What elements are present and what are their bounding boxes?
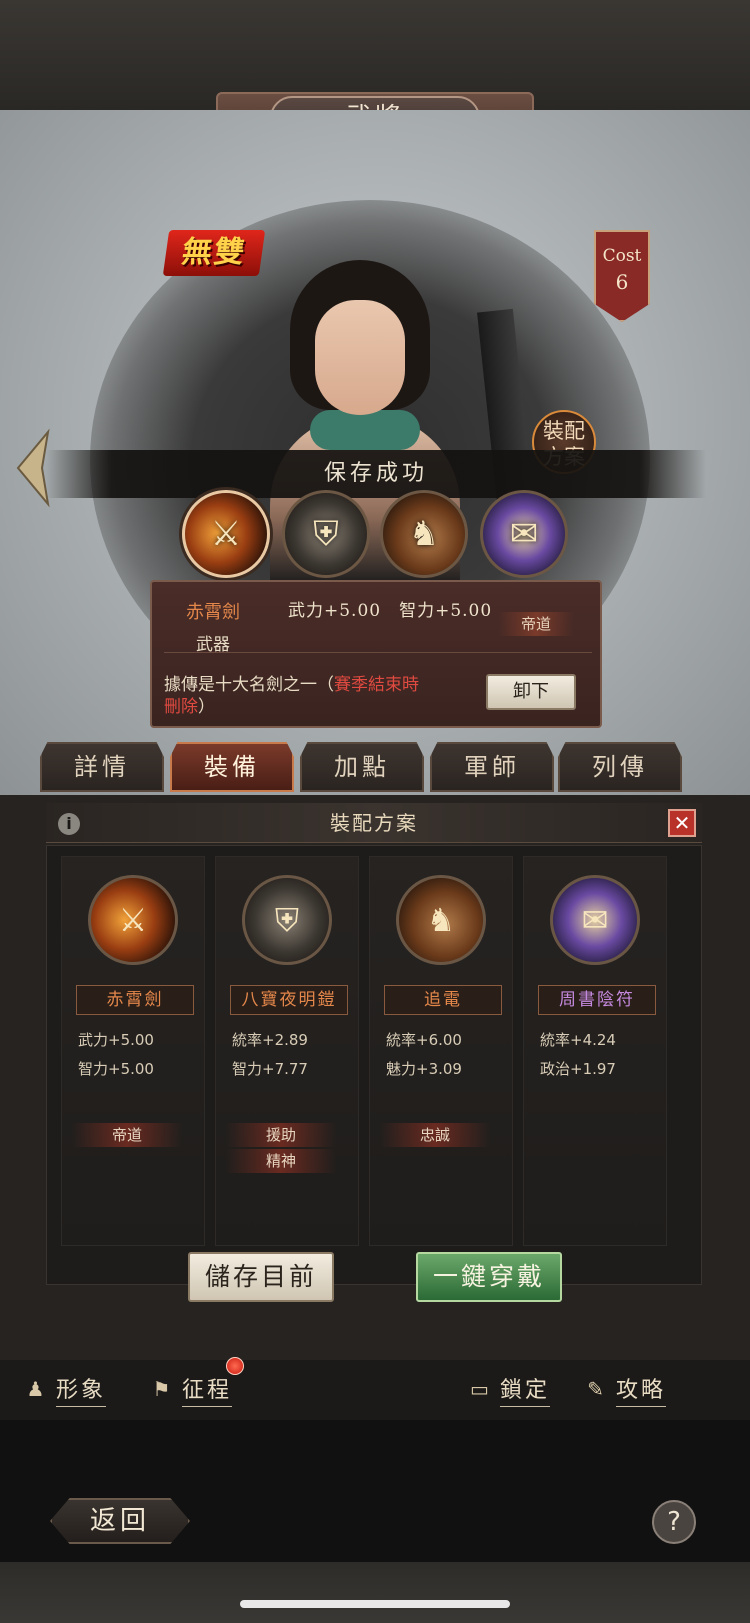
- scroll-guide-icon: ✎: [587, 1377, 607, 1401]
- desc-warning: 賽季結束時: [334, 675, 419, 695]
- tooltip-stats: 武力+5.00 智力+5.00: [288, 601, 493, 621]
- loadout-skill-tag: 援助: [226, 1123, 336, 1147]
- help-icon[interactable]: ?: [652, 1500, 696, 1544]
- loadout-stat: 智力+7.77: [232, 1060, 308, 1078]
- guide-label: 攻略: [616, 1372, 667, 1407]
- loadout-skill-tag: 忠誠: [380, 1123, 490, 1147]
- loadout-stat: 統率+2.89: [232, 1031, 308, 1049]
- home-indicator[interactable]: [240, 1600, 510, 1608]
- sword-icon: ⚔: [210, 514, 242, 554]
- unequip-button[interactable]: 卸下: [486, 674, 576, 710]
- desc-warning-2: 刪除: [164, 697, 198, 717]
- tooltip-description: 據傳是十大名劍之一（賽季結束時刪除）: [164, 674, 484, 718]
- equipment-slots: ⚔ ⛨ ♞ ✉: [0, 490, 750, 585]
- tab-biography[interactable]: 列傳: [558, 742, 682, 792]
- loadout-panel-title: 裝配方案: [46, 803, 702, 843]
- campaign-button[interactable]: ⚑ 征程: [150, 1370, 233, 1408]
- loadout-stat: 武力+5.00: [78, 1031, 154, 1049]
- horse-icon: ♞: [408, 514, 440, 554]
- loadout-skill-tag: 精神: [226, 1149, 336, 1173]
- tab-bar: 詳情 裝備 加點 軍師 列傳: [40, 742, 720, 792]
- loadout-panel: 裝配方案 i ✕ ⚔ 赤霄劍 武力+5.00 智力+5.00 帝道 ⛨ 八寶夜明…: [0, 795, 750, 1360]
- tab-details[interactable]: 詳情: [40, 742, 164, 792]
- scroll-slot[interactable]: ✉: [480, 490, 568, 578]
- loadout-columns: ⚔ 赤霄劍 武力+5.00 智力+5.00 帝道 ⛨ 八寶夜明鎧 統率+2.89…: [46, 845, 702, 1285]
- cost-badge: Cost 6: [594, 230, 650, 322]
- tooltip-divider: [164, 652, 592, 653]
- horse-icon[interactable]: ♞: [396, 875, 486, 965]
- loadout-column-weapon: ⚔ 赤霄劍 武力+5.00 智力+5.00 帝道: [61, 856, 205, 1246]
- loadout-item-name: 八寶夜明鎧: [230, 985, 348, 1015]
- loadout-item-name: 周書陰符: [538, 985, 656, 1015]
- campaign-label: 征程: [182, 1372, 233, 1407]
- info-icon[interactable]: i: [58, 813, 80, 835]
- musou-badge: 無雙: [162, 230, 266, 276]
- notification-dot: [226, 1357, 244, 1375]
- lock-label: 鎖定: [500, 1372, 551, 1407]
- flag-icon: ⚑: [152, 1377, 174, 1401]
- guide-button[interactable]: ✎ 攻略: [584, 1370, 667, 1408]
- armor-icon: ⛨: [313, 514, 339, 554]
- loadout-stat: 政治+1.97: [540, 1060, 616, 1078]
- lock-icon: ▭: [470, 1377, 492, 1401]
- loadout-skill-tag: 帝道: [72, 1123, 182, 1147]
- desc-suffix: ）: [198, 697, 215, 717]
- loadout-column-horse: ♞ 追電 統率+6.00 魅力+3.09 忠誠: [369, 856, 513, 1246]
- save-current-button[interactable]: 儲存目前: [188, 1252, 334, 1302]
- horse-slot[interactable]: ♞: [380, 490, 468, 578]
- loadout-stat: 統率+4.24: [540, 1031, 616, 1049]
- loadout-stat: 統率+6.00: [386, 1031, 462, 1049]
- appearance-button[interactable]: ♟ 形象: [24, 1370, 107, 1408]
- sword-icon[interactable]: ⚔: [88, 875, 178, 965]
- tab-points[interactable]: 加點: [300, 742, 424, 792]
- back-button[interactable]: 返回: [50, 1498, 190, 1544]
- close-icon[interactable]: ✕: [668, 809, 696, 837]
- loadout-stat: 魅力+3.09: [386, 1060, 462, 1078]
- sword-slot[interactable]: ⚔: [182, 490, 270, 578]
- loadout-column-treasure: ✉ 周書陰符 統率+4.24 政治+1.97: [523, 856, 667, 1246]
- loadout-item-name: 赤霄劍: [76, 985, 194, 1015]
- hero-face: [315, 300, 405, 415]
- loadout-column-armor: ⛨ 八寶夜明鎧 統率+2.89 智力+7.77 援助 精神: [215, 856, 359, 1246]
- tab-equipment[interactable]: 裝備: [170, 742, 294, 792]
- desc-prefix: 據傳是十大名劍之一（: [164, 675, 334, 695]
- loadout-stat: 智力+5.00: [78, 1060, 154, 1078]
- scroll-icon[interactable]: ✉: [550, 875, 640, 965]
- appearance-label: 形象: [56, 1372, 107, 1407]
- person-icon: ♟: [26, 1377, 48, 1401]
- tooltip-skill-tag: 帝道: [498, 612, 574, 636]
- scroll-icon: ✉: [509, 514, 539, 554]
- armor-slot[interactable]: ⛨: [282, 490, 370, 578]
- hero-collar: [310, 410, 420, 450]
- tooltip-item-name: 赤霄劍: [186, 602, 240, 623]
- armor-icon[interactable]: ⛨: [242, 875, 332, 965]
- bottom-decoration: [0, 1562, 750, 1623]
- tab-advisor[interactable]: 軍師: [430, 742, 554, 792]
- cost-value: 6: [615, 270, 629, 294]
- one-click-equip-button[interactable]: 一鍵穿戴: [416, 1252, 562, 1302]
- bottom-action-bar: ♟ 形象 ⚑ 征程 ▭ 鎖定 ✎ 攻略: [0, 1360, 750, 1420]
- cost-label: Cost: [602, 246, 642, 266]
- lock-button[interactable]: ▭ 鎖定: [468, 1370, 551, 1408]
- loadout-item-name: 追電: [384, 985, 502, 1015]
- item-tooltip: 赤霄劍 武器 武力+5.00 智力+5.00 帝道 據傳是十大名劍之一（賽季結束…: [150, 580, 602, 728]
